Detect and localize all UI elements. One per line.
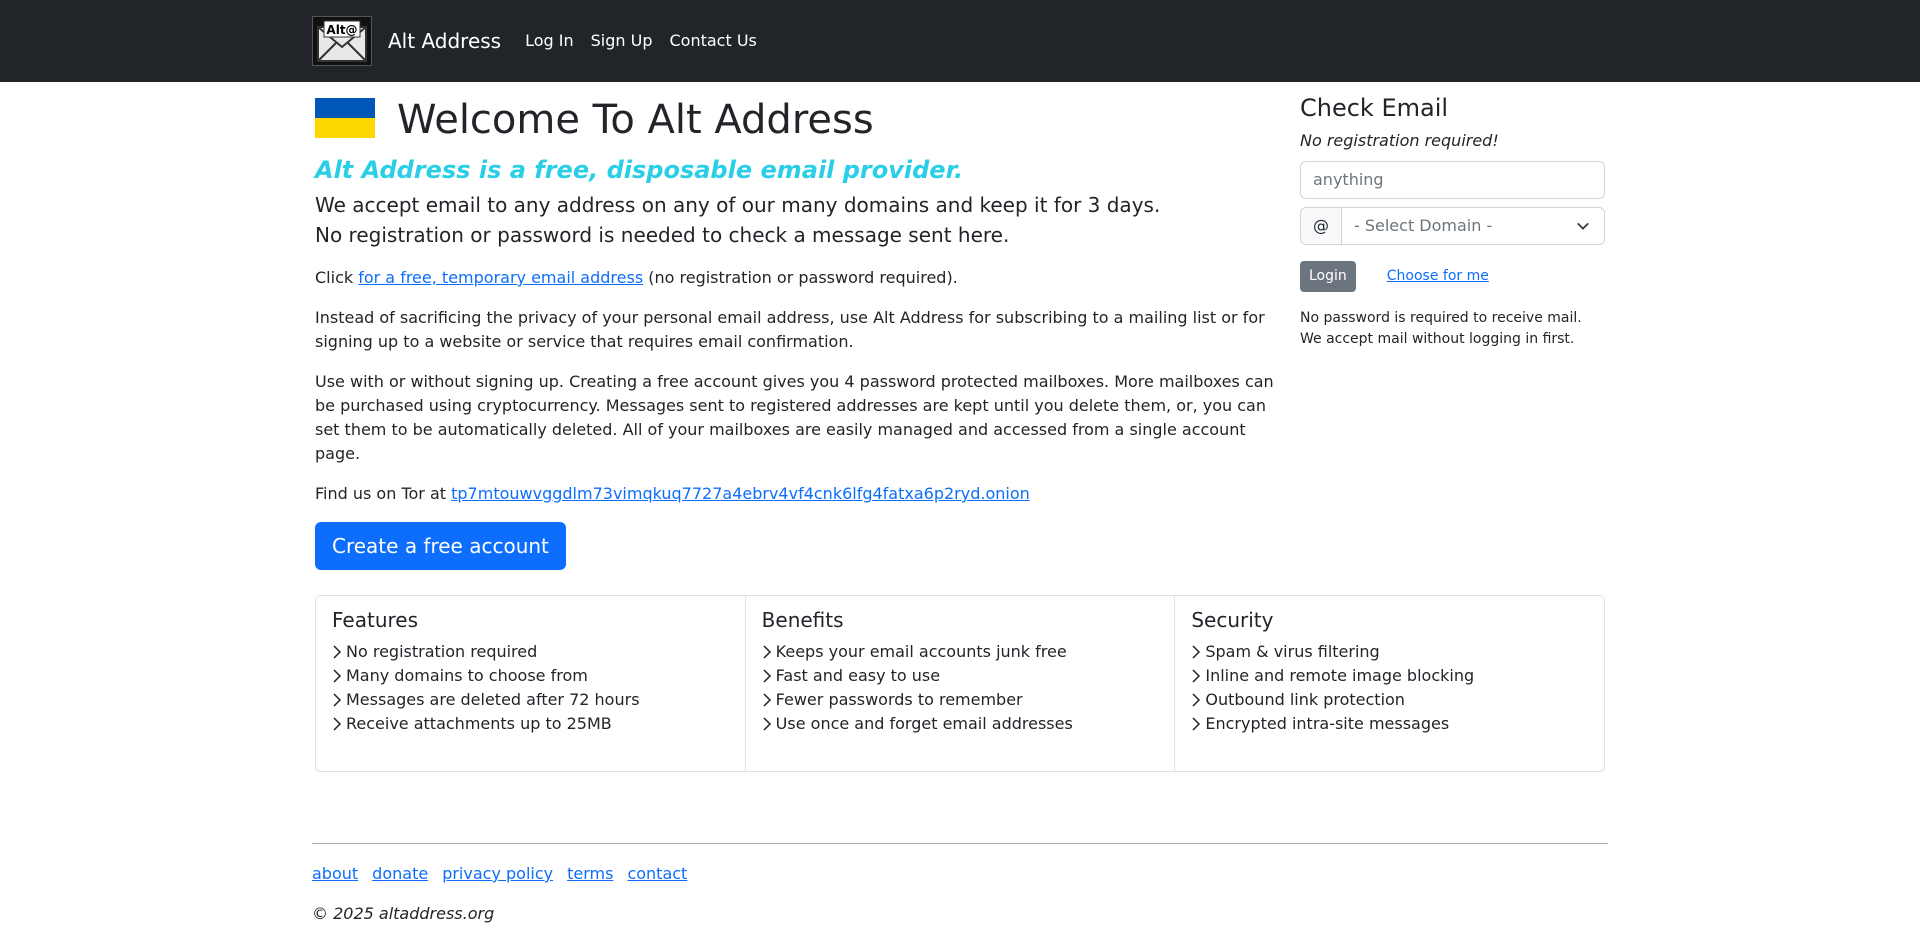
- free-address-paragraph: Click for a free, temporary email addres…: [315, 266, 1275, 290]
- features-card: Features No registration required Many d…: [316, 596, 745, 771]
- copyright: © 2025 altaddress.org: [312, 904, 495, 923]
- no-registration-note: No registration required!: [1300, 130, 1499, 150]
- list-item-label: Inline and remote image blocking: [1205, 666, 1475, 685]
- chevron-right-icon: [763, 645, 771, 659]
- list-item-label: Keeps your email accounts junk free: [775, 642, 1067, 661]
- footer-privacy-link[interactable]: privacy policy: [442, 862, 553, 886]
- at-sign-addon: @: [1300, 206, 1342, 245]
- p1-prefix: Click: [315, 268, 354, 287]
- login-button[interactable]: Login: [1300, 260, 1356, 292]
- nav-contact-link[interactable]: Contact Us: [669, 29, 756, 53]
- list-item-label: Outbound link protection: [1205, 690, 1405, 709]
- chevron-right-icon: [1192, 717, 1201, 731]
- chevron-right-icon: [333, 645, 342, 659]
- note-line-1: No password is required to receive mail.: [1300, 309, 1582, 326]
- footer-links: about donate privacy policy terms contac…: [312, 862, 1608, 886]
- chevron-right-icon: [333, 693, 342, 707]
- list-item: Fewer passwords to remember: [762, 688, 1159, 712]
- list-item-label: Use once and forget email addresses: [775, 714, 1073, 733]
- list-item-label: Fast and easy to use: [775, 666, 941, 685]
- benefits-card: Benefits Keeps your email accounts junk …: [744, 596, 1175, 771]
- chevron-right-icon: [1192, 645, 1201, 659]
- note-line-2: We accept mail without logging in first.: [1300, 330, 1575, 347]
- footer-contact-link[interactable]: contact: [627, 862, 687, 886]
- footer-terms-link[interactable]: terms: [567, 862, 613, 886]
- chevron-right-icon: [763, 717, 771, 731]
- chevron-down-icon: [1577, 222, 1589, 230]
- security-list: Spam & virus filtering Inline and remote…: [1191, 640, 1588, 736]
- list-item: Receive attachments up to 25MB: [332, 712, 729, 736]
- list-item-label: Messages are deleted after 72 hours: [346, 690, 640, 709]
- domain-input-group: @ - Select Domain -: [1300, 206, 1605, 245]
- benefits-title: Benefits: [761, 608, 844, 632]
- list-item: Fast and easy to use: [762, 664, 1159, 688]
- chevron-right-icon: [1192, 693, 1201, 707]
- no-password-note: No password is required to receive mail.…: [1300, 308, 1605, 350]
- footer-about-link[interactable]: about: [312, 862, 358, 886]
- navbar-inner: Alt@ Alt Address Log In Sign Up Contact …: [312, 16, 774, 66]
- create-account-button[interactable]: Create a free account: [315, 522, 566, 570]
- chevron-right-icon: [763, 669, 771, 683]
- list-item-label: No registration required: [346, 642, 538, 661]
- benefits-list: Keeps your email accounts junk free Fast…: [762, 640, 1159, 736]
- chevron-right-icon: [1192, 669, 1201, 683]
- lead-text: We accept email to any address on any of…: [315, 190, 1275, 250]
- flag-blue-stripe: [315, 98, 375, 118]
- chevron-right-icon: [333, 669, 342, 683]
- list-item-label: Encrypted intra-site messages: [1205, 714, 1450, 733]
- top-navbar: Alt@ Alt Address Log In Sign Up Contact …: [0, 0, 1920, 82]
- list-item-label: Many domains to choose from: [346, 666, 588, 685]
- logo-text: Alt@: [326, 23, 357, 37]
- mailbox-name-input[interactable]: anything: [1300, 160, 1605, 199]
- list-item: Use once and forget email addresses: [762, 712, 1159, 736]
- chevron-right-icon: [333, 717, 342, 731]
- footer-donate-link[interactable]: donate: [372, 862, 428, 886]
- privacy-paragraph: Instead of sacrificing the privacy of yo…: [315, 308, 1265, 351]
- tagline: Alt Address is a free, disposable email …: [315, 156, 964, 184]
- domain-select-value: - Select Domain -: [1354, 215, 1493, 235]
- check-email-title: Check Email: [1300, 94, 1449, 122]
- nav-login-link[interactable]: Log In: [525, 29, 574, 53]
- domain-select[interactable]: - Select Domain -: [1342, 206, 1605, 245]
- tor-prefix: Find us on Tor at: [315, 484, 447, 503]
- ukraine-flag-icon: [315, 98, 375, 138]
- security-title: Security: [1191, 608, 1274, 632]
- list-item-label: Spam & virus filtering: [1205, 642, 1380, 661]
- brand-link[interactable]: Alt Address: [388, 26, 501, 56]
- list-item: Inline and remote image blocking: [1191, 664, 1588, 688]
- features-title: Features: [332, 608, 418, 632]
- info-cards: Features No registration required Many d…: [315, 595, 1605, 772]
- envelope-logo-icon[interactable]: Alt@: [312, 16, 372, 66]
- footer: about donate privacy policy terms contac…: [312, 843, 1608, 926]
- list-item: No registration required: [332, 640, 729, 664]
- choose-for-me-link[interactable]: Choose for me: [1387, 266, 1489, 287]
- list-item-label: Receive attachments up to 25MB: [346, 714, 612, 733]
- chevron-right-icon: [763, 693, 771, 707]
- p1-suffix: (no registration or password required).: [648, 268, 958, 287]
- nav-signup-link[interactable]: Sign Up: [591, 29, 653, 53]
- list-item: Many domains to choose from: [332, 664, 729, 688]
- list-item: Messages are deleted after 72 hours: [332, 688, 729, 712]
- account-paragraph: Use with or without signing up. Creating…: [315, 372, 1274, 463]
- tor-onion-link[interactable]: tp7mtouwvggdlm73vimqkuq7727a4ebrv4vf4cnk…: [451, 484, 1030, 503]
- login-actions: Login Choose for me: [1300, 260, 1605, 292]
- lead-line-1: We accept email to any address on any of…: [315, 193, 1161, 217]
- page-title: Welcome To Alt Address: [397, 97, 874, 143]
- list-item: Outbound link protection: [1191, 688, 1588, 712]
- lead-line-2: No registration or password is needed to…: [315, 223, 1010, 247]
- list-item: Spam & virus filtering: [1191, 640, 1588, 664]
- list-item: Keeps your email accounts junk free: [762, 640, 1159, 664]
- tor-paragraph: Find us on Tor at tp7mtouwvggdlm73vimqku…: [315, 482, 1275, 506]
- list-item-label: Fewer passwords to remember: [775, 690, 1023, 709]
- flag-yellow-stripe: [315, 118, 375, 138]
- features-list: No registration required Many domains to…: [332, 640, 729, 736]
- free-address-link[interactable]: for a free, temporary email address: [358, 268, 643, 287]
- list-item: Encrypted intra-site messages: [1191, 712, 1588, 736]
- check-email-panel: Check Email No registration required! an…: [1300, 82, 1605, 350]
- security-card: Security Spam & virus filtering Inline a…: [1174, 596, 1604, 771]
